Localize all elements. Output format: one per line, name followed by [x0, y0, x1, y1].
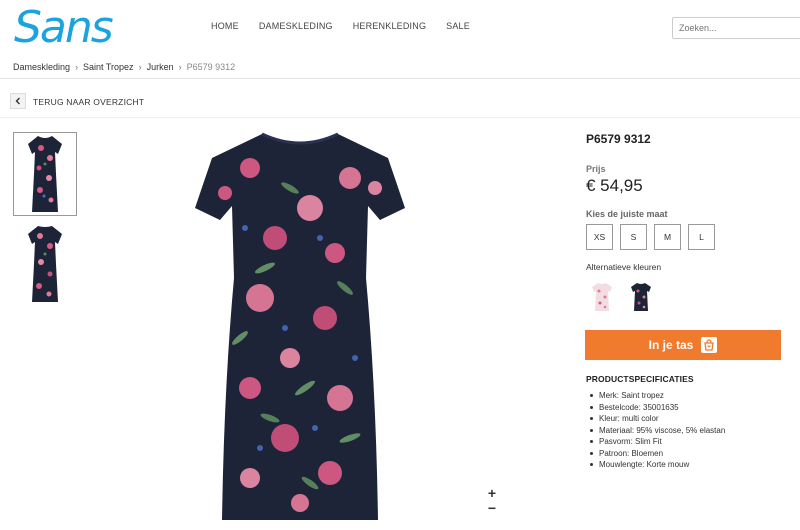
breadcrumb-separator-icon: ›	[138, 62, 142, 72]
nav-dameskleding[interactable]: DAMESKLEDING	[259, 21, 333, 31]
breadcrumb-current: P6579 9312	[186, 62, 236, 72]
dress-thumbnail-image	[28, 226, 62, 302]
color-swatch-navy[interactable]	[630, 282, 652, 312]
zoom-out-icon[interactable]: −	[486, 501, 498, 515]
size-option-s[interactable]: S	[620, 224, 647, 250]
sans-logo[interactable]: Sans	[12, 6, 172, 48]
spec-item: Mouwlengte: Korte mouw	[586, 459, 725, 471]
header: Sans HOME DAMESKLEDING HERENKLEDING SALE	[0, 0, 800, 56]
specs-list: Merk: Saint tropez Bestelcode: 35001635 …	[586, 390, 725, 471]
breadcrumb-separator-icon: ›	[178, 62, 182, 72]
alternative-colors-label: Alternatieve kleuren	[586, 262, 662, 272]
divider	[0, 78, 800, 79]
spec-item: Materiaal: 95% viscose, 5% elastan	[586, 425, 725, 437]
back-label[interactable]: TERUG NAAR OVERZICHT	[33, 97, 144, 107]
spec-item: Patroon: Bloemen	[586, 448, 725, 460]
nav-home[interactable]: HOME	[211, 21, 239, 31]
divider	[0, 117, 800, 118]
price-label: Prijs	[586, 164, 606, 174]
size-selector: XS S M L	[586, 224, 715, 250]
svg-text:Sans: Sans	[14, 6, 113, 48]
product-thumbnail-back[interactable]	[13, 222, 77, 306]
size-label: Kies de juiste maat	[586, 209, 668, 219]
dress-thumbnail-image	[28, 136, 62, 212]
product-title: P6579 9312	[586, 132, 651, 146]
spec-item: Kleur: multi color	[586, 413, 725, 425]
color-swatch-light-pink[interactable]	[591, 282, 613, 312]
zoom-in-icon[interactable]: +	[486, 486, 498, 500]
product-main-image[interactable]	[190, 128, 410, 530]
back-button[interactable]	[10, 93, 26, 109]
breadcrumb: Dameskleding › Saint Tropez › Jurken › P…	[13, 62, 235, 72]
product-price: € 54,95	[586, 176, 643, 195]
breadcrumb-dameskleding[interactable]: Dameskleding	[13, 62, 70, 72]
add-to-cart-label: In je tas	[648, 338, 694, 352]
breadcrumb-separator-icon: ›	[75, 62, 79, 72]
specs-title: PRODUCTSPECIFICATIES	[586, 374, 694, 384]
chevron-left-icon	[15, 97, 20, 105]
product-thumbnail-front[interactable]	[13, 132, 77, 216]
add-to-cart-button[interactable]: In je tas	[585, 330, 781, 360]
spec-item: Bestelcode: 35001635	[586, 402, 725, 414]
breadcrumb-saint-tropez[interactable]: Saint Tropez	[83, 62, 134, 72]
size-option-xs[interactable]: XS	[586, 224, 613, 250]
nav-sale[interactable]: SALE	[446, 21, 470, 31]
search-input[interactable]	[672, 17, 800, 39]
spec-item: Merk: Saint tropez	[586, 390, 725, 402]
shopping-bag-icon	[701, 337, 718, 353]
spec-item: Pasvorm: Slim Fit	[586, 436, 725, 448]
size-option-m[interactable]: M	[654, 224, 681, 250]
breadcrumb-jurken[interactable]: Jurken	[147, 62, 174, 72]
nav-herenkleding[interactable]: HERENKLEDING	[353, 21, 426, 31]
size-option-l[interactable]: L	[688, 224, 715, 250]
main-nav: HOME DAMESKLEDING HERENKLEDING SALE	[211, 21, 490, 31]
